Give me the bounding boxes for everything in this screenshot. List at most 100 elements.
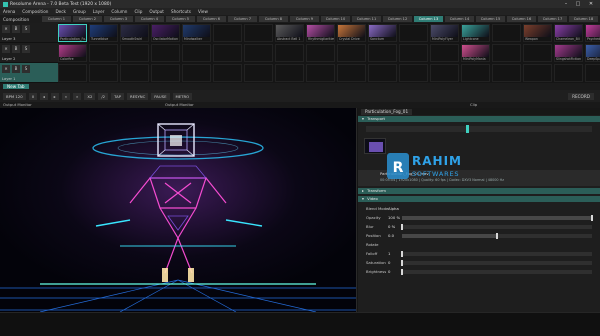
clip-slot[interactable]: Particulation_Fo... — [58, 24, 87, 42]
clip-slot[interactable] — [213, 44, 242, 62]
playhead[interactable] — [466, 125, 469, 133]
clip-slot[interactable] — [461, 64, 490, 82]
clip-slot[interactable]: DeepSpaceTeleport — [585, 44, 600, 62]
clear-layer-button[interactable]: ✕ — [2, 25, 10, 33]
column-header[interactable]: Column 18 — [569, 16, 598, 22]
transport-control[interactable]: RESYNC — [127, 92, 149, 100]
clip-slot[interactable] — [368, 44, 397, 62]
clip-slot[interactable] — [213, 64, 242, 82]
clip-slot[interactable] — [492, 44, 521, 62]
bypass-button[interactable]: B — [12, 65, 20, 73]
clip-slot[interactable] — [275, 44, 304, 62]
transport-control[interactable]: /2 — [98, 92, 109, 100]
clip-slot[interactable]: Weapon — [523, 24, 552, 42]
transport-control[interactable]: ▸ — [50, 92, 59, 100]
param-value[interactable]: 100 % — [388, 215, 400, 221]
tab-new-tab[interactable]: New Tab — [3, 84, 29, 89]
param-slider[interactable] — [401, 224, 592, 230]
layer-control[interactable]: ✕ B S Layer 3 — [0, 23, 58, 43]
composition-label[interactable]: Composition — [0, 17, 42, 22]
transport-control[interactable]: METRO — [172, 92, 193, 100]
clip-slot[interactable] — [120, 44, 149, 62]
clip-slot[interactable] — [58, 64, 87, 82]
slider-handle[interactable] — [591, 215, 593, 221]
column-header[interactable]: Column 13 — [414, 16, 443, 22]
clip-slot[interactable] — [399, 44, 428, 62]
clip-slot[interactable]: SmoothSwirl — [120, 24, 149, 42]
transport-control[interactable]: TAP — [111, 92, 124, 100]
solo-button[interactable]: S — [22, 25, 30, 33]
clip-slot[interactable] — [399, 64, 428, 82]
column-header[interactable]: Column 4 — [135, 16, 164, 22]
clip-slot[interactable] — [244, 64, 273, 82]
clip-slot[interactable] — [275, 64, 304, 82]
column-header[interactable]: Column 9 — [290, 16, 319, 22]
clip-slot[interactable] — [337, 44, 366, 62]
menu-clip[interactable]: Clip — [134, 9, 142, 14]
clip-slot[interactable]: Tunnelblue — [89, 24, 118, 42]
clip-slot[interactable]: OscilatorMotion — [151, 24, 180, 42]
clip-slot[interactable] — [244, 44, 273, 62]
transport-timeline[interactable] — [366, 125, 592, 133]
param-slider[interactable] — [401, 251, 592, 257]
solo-button[interactable]: S — [22, 65, 30, 73]
slider-handle[interactable] — [496, 233, 498, 239]
clip-slot[interactable] — [306, 64, 335, 82]
slider-handle[interactable] — [401, 269, 403, 275]
param-slider[interactable] — [402, 215, 593, 221]
menu-group[interactable]: Group — [73, 9, 86, 14]
menu-output[interactable]: Output — [149, 9, 164, 14]
menu-layer[interactable]: Layer — [93, 9, 105, 14]
transport-control[interactable]: X2 — [84, 92, 96, 100]
clip-slot[interactable] — [554, 64, 583, 82]
param-slider[interactable] — [402, 233, 592, 239]
transport-control[interactable]: » — [73, 92, 82, 100]
clip-slot[interactable] — [492, 24, 521, 42]
menu-column[interactable]: Column — [111, 9, 127, 14]
clip-slot[interactable]: MiniPolyMania — [461, 44, 490, 62]
column-header[interactable]: Column 17 — [538, 16, 567, 22]
param-slider[interactable] — [401, 269, 592, 275]
video-section-header[interactable]: ▾ Video — [358, 196, 600, 202]
clip-slot[interactable]: Mindwalker — [182, 24, 211, 42]
column-header[interactable]: Column 1 — [42, 16, 71, 22]
clip-slot[interactable]: Chameleon_Bll — [554, 24, 583, 42]
maximize-button[interactable]: □ — [572, 0, 584, 8]
clip-slot[interactable] — [120, 64, 149, 82]
clip-slot[interactable] — [182, 44, 211, 62]
column-header[interactable]: Column 3 — [104, 16, 133, 22]
clip-slot[interactable] — [337, 64, 366, 82]
param-value[interactable]: 0 — [388, 260, 390, 266]
param-value[interactable]: 0 — [388, 269, 390, 275]
slider-handle[interactable] — [401, 251, 403, 257]
column-header[interactable]: Column 7 — [228, 16, 257, 22]
bypass-button[interactable]: B — [12, 25, 20, 33]
clip-slot[interactable] — [492, 64, 521, 82]
clip-slot[interactable] — [182, 64, 211, 82]
clip-slot[interactable] — [430, 64, 459, 82]
clip-slot[interactable] — [585, 64, 600, 82]
clip-slot[interactable] — [523, 64, 552, 82]
clip-slot[interactable]: Crystal Drive — [337, 24, 366, 42]
layer-control[interactable]: ✕ B S Layer 1 — [0, 63, 58, 83]
menu-view[interactable]: View — [198, 9, 208, 14]
transport-control[interactable]: BPM 120 — [3, 92, 26, 100]
param-value[interactable]: 0.0 — [388, 233, 394, 239]
param-value[interactable]: Alpha — [388, 206, 399, 212]
clip-slot[interactable] — [244, 24, 273, 42]
column-header[interactable]: Column 15 — [476, 16, 505, 22]
clip-slot[interactable]: Colorfire — [58, 44, 87, 62]
clip-slot[interactable] — [306, 44, 335, 62]
column-header[interactable]: Column 11 — [352, 16, 381, 22]
clip-tab[interactable]: Particulation_Fog_01 — [361, 109, 413, 115]
clip-slot[interactable]: Abstract Bell 1 — [275, 24, 304, 42]
solo-button[interactable]: S — [22, 45, 30, 53]
column-header[interactable]: Column 12 — [383, 16, 412, 22]
transport-section-header[interactable]: ▾ Transport — [358, 116, 600, 122]
clear-layer-button[interactable]: ✕ — [2, 65, 10, 73]
column-header[interactable]: Column 2 — [73, 16, 102, 22]
param-slider[interactable] — [401, 260, 592, 266]
param-value[interactable]: 1 — [388, 251, 390, 257]
transform-section-header[interactable]: ▸ Transform — [358, 188, 600, 194]
clip-slot[interactable] — [213, 24, 242, 42]
